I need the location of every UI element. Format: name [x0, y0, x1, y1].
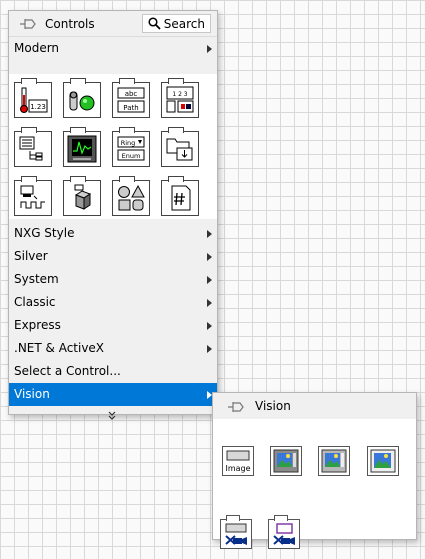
camera-control-tile[interactable]: [220, 515, 252, 549]
ring-enum-icon: Ring Enum: [117, 136, 145, 161]
search-icon: [148, 17, 161, 30]
category-label: Express: [14, 318, 61, 332]
search-button[interactable]: Search: [141, 14, 211, 33]
category-system[interactable]: System: [9, 268, 217, 291]
category-label: Modern: [14, 41, 60, 55]
category-label: System: [14, 272, 59, 286]
string-path-tile[interactable]: abc Path: [112, 78, 150, 118]
palette-header: Controls Search: [9, 11, 217, 37]
category-label: Silver: [14, 249, 48, 263]
refnum-tile[interactable]: [161, 176, 199, 216]
category-label: Vision: [14, 387, 50, 401]
array-cluster-icon: 1 2 3: [166, 86, 194, 113]
refnum-icon: [171, 185, 191, 211]
category-label: .NET & ActiveX: [14, 341, 105, 355]
ring-enum-tile[interactable]: Ring Enum: [112, 127, 150, 167]
numeric-control-tile[interactable]: 1.23: [14, 78, 52, 118]
vision-submenu: Vision Image: [212, 392, 417, 549]
image-display-classic-tile[interactable]: [270, 446, 302, 476]
graph-tile[interactable]: [63, 127, 101, 167]
picture-icon: [321, 449, 347, 473]
class-cube-icon: [74, 184, 92, 210]
submenu-arrow-icon: [207, 345, 212, 353]
image-display-system-tile[interactable]: [367, 446, 399, 476]
decorations-tile[interactable]: [112, 176, 150, 216]
boolean-control-tile[interactable]: [63, 78, 101, 118]
shapes-icon: [118, 184, 145, 211]
category-label: Classic: [14, 295, 56, 309]
category-classic[interactable]: Classic: [9, 291, 217, 314]
array-cluster-tile[interactable]: 1 2 3: [161, 78, 199, 118]
string-path-icon: abc Path: [117, 87, 145, 113]
double-chevron-down-icon: [108, 411, 116, 420]
container-folder-icon: [166, 138, 193, 161]
select-a-control-item[interactable]: Select a Control...: [9, 360, 217, 383]
category-label: NXG Style: [14, 226, 75, 240]
numeric-tile-text: 1.23: [30, 103, 46, 111]
io-icon: [20, 185, 45, 209]
picture-icon: [273, 449, 299, 473]
pin-icon[interactable]: [19, 17, 37, 31]
submenu-arrow-icon: [207, 253, 212, 261]
pin-icon[interactable]: [227, 400, 245, 414]
toggle-led-icon: [69, 91, 95, 111]
palette-title: Controls: [45, 17, 95, 31]
category-modern[interactable]: Modern: [9, 37, 217, 60]
submenu-arrow-icon: [207, 45, 212, 53]
image-display-tile[interactable]: Image: [222, 446, 254, 476]
submenu-title: Vision: [255, 399, 291, 413]
enum-text: Enum: [122, 152, 141, 160]
string-path-text: Path: [123, 104, 138, 112]
graph-icon: [67, 135, 97, 163]
image-label: Image: [225, 464, 251, 473]
list-tree-icon: [19, 136, 43, 161]
category-nxg-style[interactable]: NXG Style: [9, 222, 217, 245]
select-control-label: Select a Control...: [14, 364, 121, 378]
camera-roi-tile[interactable]: [268, 515, 300, 549]
image-display-silver-tile[interactable]: [318, 446, 350, 476]
variant-class-tile[interactable]: [63, 176, 101, 216]
category-silver[interactable]: Silver: [9, 245, 217, 268]
submenu-arrow-icon: [207, 230, 212, 238]
category-dotnet-activex[interactable]: .NET & ActiveX: [9, 337, 217, 360]
containers-tile[interactable]: [161, 127, 199, 167]
list-table-tree-tile[interactable]: [14, 127, 52, 167]
string-abc-text: abc: [125, 90, 138, 98]
io-tile[interactable]: [14, 176, 52, 216]
picture-icon: [370, 449, 396, 473]
category-vision[interactable]: Vision: [9, 383, 217, 406]
submenu-header: Vision: [213, 393, 416, 419]
array-digits-text: 1 2 3: [172, 91, 187, 98]
search-label: Search: [163, 16, 205, 31]
expand-palette-button[interactable]: [9, 406, 217, 426]
category-express[interactable]: Express: [9, 314, 217, 337]
submenu-arrow-icon: [207, 276, 212, 284]
camera-icon: [225, 523, 247, 545]
submenu-arrow-icon: [207, 299, 212, 307]
camera-roi-icon: [273, 523, 295, 545]
modern-icon-grid: 1.23 abc Path 1 2 3 Ring Enum: [9, 74, 217, 219]
vision-icon-grid: Image: [213, 419, 416, 549]
thermometer-icon: 1.23: [20, 87, 48, 113]
ring-text: Ring: [121, 139, 136, 147]
submenu-arrow-icon: [207, 322, 212, 330]
controls-palette: Controls Search Modern 1.23 abc Path 1 2…: [8, 10, 218, 420]
